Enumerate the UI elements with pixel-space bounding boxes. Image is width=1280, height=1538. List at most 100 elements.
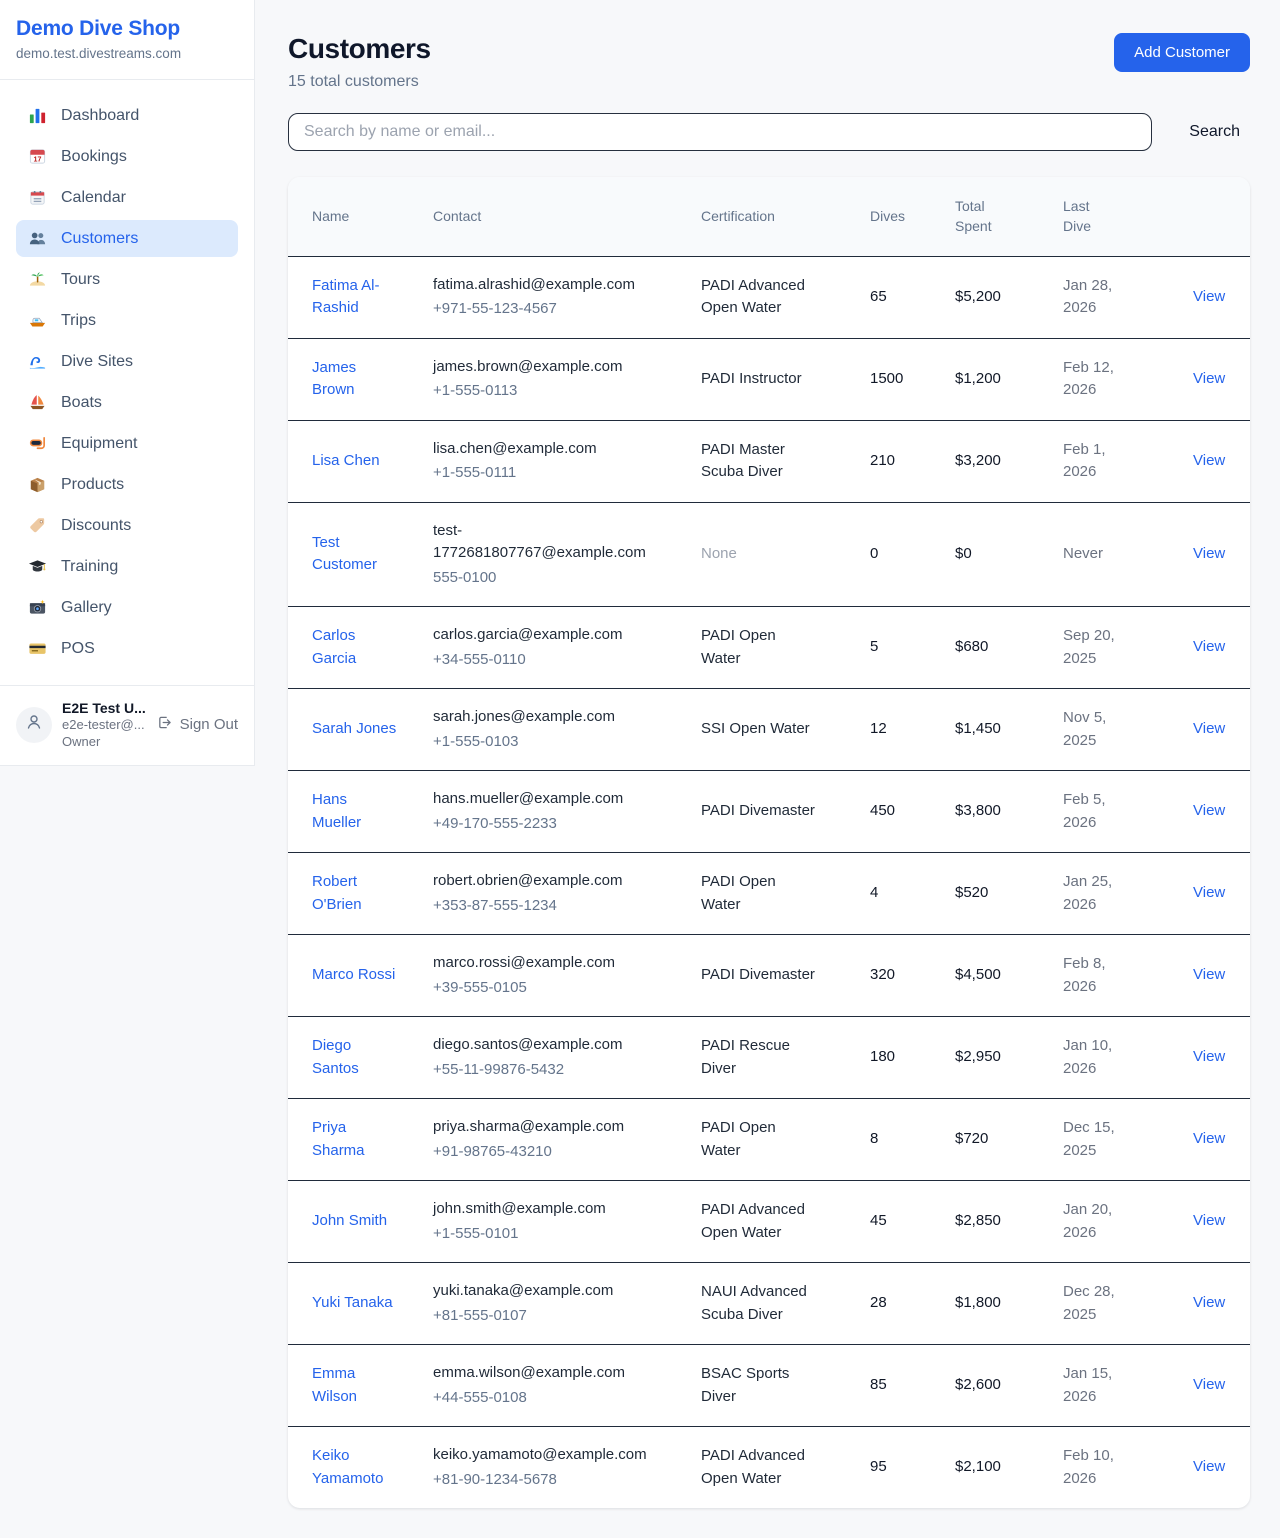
view-customer-link[interactable]: View [1193,1294,1225,1311]
customer-contact: john.smith@example.com+1-555-0101 [433,1181,701,1263]
view-customer-link[interactable]: View [1193,545,1225,562]
customer-email: robert.obrien@example.com [433,870,651,893]
view-customer-link[interactable]: View [1193,452,1225,469]
table-row: Keiko Yamamotokeiko.yamamoto@example.com… [288,1427,1250,1509]
customer-name-link[interactable]: Yuki Tanaka [312,1294,393,1311]
customer-contact: hans.mueller@example.com+49-170-555-2233 [433,771,701,853]
customer-dives: 95 [870,1427,955,1509]
customer-name-link[interactable]: James Brown [312,359,356,399]
customer-name-link[interactable]: Keiko Yamamoto [312,1447,383,1487]
customer-certification: PADI Advanced Open Water [701,1427,870,1509]
tag-icon [28,516,47,535]
table-row: Test Customer test-1772681807767@example.… [288,502,1250,607]
search-button[interactable]: Search [1179,117,1250,147]
customer-name-link[interactable]: Diego Santos [312,1037,359,1077]
package-icon [28,475,47,494]
customer-name-link[interactable]: Carlos Garcia [312,627,356,667]
customer-name-link[interactable]: Fatima Al-Rashid [312,277,380,317]
customer-email: carlos.garcia@example.com [433,624,651,647]
sidebar-item-calendar[interactable]: Calendar [16,179,238,216]
credit-card-icon [28,639,47,658]
view-customer-link[interactable]: View [1193,288,1225,305]
sidebar-item-label: Discounts [61,517,131,535]
customer-name-link[interactable]: Robert O'Brien [312,873,362,913]
shop-name: Demo Dive Shop [16,17,238,41]
view-customer-link[interactable]: View [1193,1458,1225,1475]
customer-name-link[interactable]: Emma Wilson [312,1365,357,1405]
customer-count: 15 total customers [288,73,431,91]
customer-last-dive: Jan 10, 2026 [1063,1017,1168,1099]
search-input[interactable] [288,113,1152,151]
customer-email: hans.mueller@example.com [433,788,651,811]
sidebar-item-pos[interactable]: POS [16,630,238,667]
view-customer-link[interactable]: View [1193,1376,1225,1393]
view-customer-link[interactable]: View [1193,720,1225,737]
column-header-dives: Dives [870,177,955,256]
search-bar: Search [288,113,1250,151]
sidebar-item-tours[interactable]: Tours [16,261,238,298]
customer-total-spent: $2,100 [955,1427,1063,1509]
customer-dives: 28 [870,1263,955,1345]
customer-email: test-1772681807767@example.com [433,520,651,565]
shop-domain: demo.test.divestreams.com [16,46,238,61]
view-customer-link[interactable]: View [1193,1048,1225,1065]
sidebar-item-equipment[interactable]: Equipment [16,425,238,462]
customer-name-link[interactable]: Test Customer [312,534,377,574]
view-customer-link[interactable]: View [1193,884,1225,901]
customer-email: diego.santos@example.com [433,1034,651,1057]
view-customer-link[interactable]: View [1193,966,1225,983]
customer-contact: carlos.garcia@example.com+34-555-0110 [433,607,701,689]
view-customer-link[interactable]: View [1193,1212,1225,1229]
customer-total-spent: $2,850 [955,1181,1063,1263]
sidebar-item-discounts[interactable]: Discounts [16,507,238,544]
customer-certification: PADI Master Scuba Diver [701,420,870,502]
customer-name-link[interactable]: Priya Sharma [312,1119,365,1159]
customer-email: marco.rossi@example.com [433,952,651,975]
view-customer-link[interactable]: View [1193,370,1225,387]
sidebar-item-label: Equipment [61,435,138,453]
column-header-total-spent: Total Spent [955,177,1063,256]
customer-name-link[interactable]: John Smith [312,1212,387,1229]
customer-certification: BSAC Sports Diver [701,1345,870,1427]
sidebar-item-customers[interactable]: Customers [16,220,238,257]
customer-last-dive: Feb 5, 2026 [1063,771,1168,853]
customer-phone: +353-87-555-1234 [433,895,651,918]
sidebar-item-label: Bookings [61,148,127,166]
table-row: Diego Santos diego.santos@example.com+55-… [288,1017,1250,1099]
sidebar-item-training[interactable]: Training [16,548,238,585]
sidebar-item-boats[interactable]: Boats [16,384,238,421]
customer-phone: +1-555-0103 [433,731,651,754]
customer-contact: diego.santos@example.com+55-11-99876-543… [433,1017,701,1099]
avatar [16,707,52,743]
customer-name-link[interactable]: Hans Mueller [312,791,361,831]
sidebar-item-bookings[interactable]: 17Bookings [16,138,238,175]
customer-name-link[interactable]: Sarah Jones [312,720,396,737]
customer-phone: +55-11-99876-5432 [433,1059,651,1082]
add-customer-button[interactable]: Add Customer [1114,33,1250,72]
sidebar-item-label: Dashboard [61,107,139,125]
customer-phone: +81-90-1234-5678 [433,1469,651,1492]
sidebar-item-trips[interactable]: Trips [16,302,238,339]
customer-total-spent: $1,800 [955,1263,1063,1345]
customer-contact: yuki.tanaka@example.com+81-555-0107 [433,1263,701,1345]
user-role: Owner [62,734,146,751]
customer-email: priya.sharma@example.com [433,1116,651,1139]
sidebar-item-gallery[interactable]: Gallery [16,589,238,626]
table-row: Robert O'Brien robert.obrien@example.com+… [288,853,1250,935]
sidebar-item-dive-sites[interactable]: Dive Sites [16,343,238,380]
customer-dives: 1500 [870,338,955,420]
sidebar-item-products[interactable]: Products [16,466,238,503]
column-header-certification: Certification [701,177,870,256]
customer-last-dive: Dec 15, 2025 [1063,1099,1168,1181]
sidebar-item-dashboard[interactable]: Dashboard [16,97,238,134]
sign-out-button[interactable]: Sign Out [156,714,238,735]
customer-last-dive: Feb 10, 2026 [1063,1427,1168,1509]
graduation-cap-icon [28,557,47,576]
customer-contact: james.brown@example.com+1-555-0113 [433,338,701,420]
user-name: E2E Test U... [62,699,146,717]
customer-name-link[interactable]: Marco Rossi [312,966,395,983]
view-customer-link[interactable]: View [1193,1130,1225,1147]
view-customer-link[interactable]: View [1193,638,1225,655]
customer-name-link[interactable]: Lisa Chen [312,452,380,469]
view-customer-link[interactable]: View [1193,802,1225,819]
